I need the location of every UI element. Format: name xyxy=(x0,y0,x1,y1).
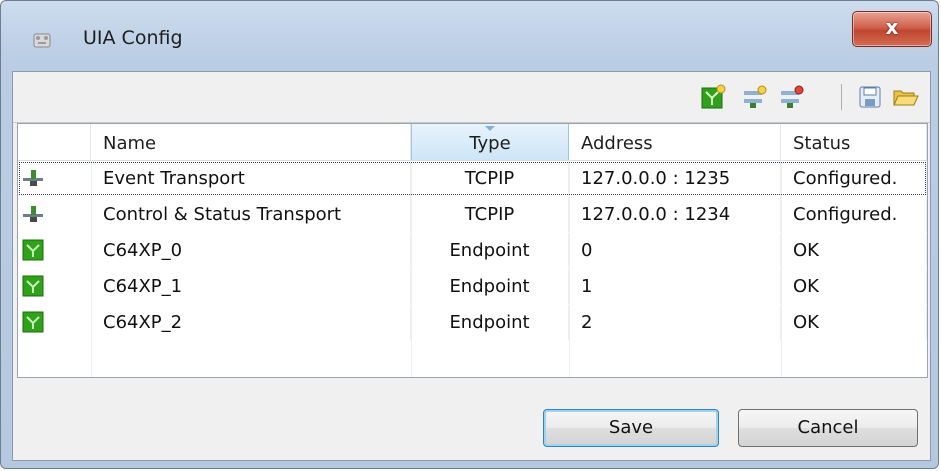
table-row[interactable]: C64XP_0 Endpoint 0 OK xyxy=(18,233,927,268)
cell-type: Endpoint xyxy=(411,233,569,268)
header-address[interactable]: Address xyxy=(569,124,781,160)
cell-type: TCPIP xyxy=(411,197,569,232)
table-row[interactable]: Event Transport TCPIP 127.0.0.0 : 1235 C… xyxy=(18,161,927,196)
window-title: UIA Config xyxy=(83,27,183,49)
cell-name: C64XP_1 xyxy=(91,269,411,304)
dialog-content: Name Type Address Status Event Transport… xyxy=(12,71,931,461)
table-row[interactable]: C64XP_1 Endpoint 1 OK xyxy=(18,269,927,304)
table-row[interactable]: C64XP_2 Endpoint 2 OK xyxy=(18,305,927,340)
header-type-label: Type xyxy=(469,133,511,154)
cell-address: 0 xyxy=(569,233,781,268)
cell-address: 127.0.0.0 : 1234 xyxy=(569,197,781,232)
toolbar-separator xyxy=(841,84,842,110)
transport-icon xyxy=(23,170,43,186)
cell-status: OK xyxy=(781,269,927,304)
endpoint-icon xyxy=(22,275,44,297)
cancel-button[interactable]: Cancel xyxy=(738,409,918,447)
title-bar[interactable]: UIA Config x xyxy=(1,1,940,81)
cell-type: TCPIP xyxy=(411,161,569,196)
cell-status: Configured. xyxy=(781,161,927,196)
close-button[interactable]: x xyxy=(852,11,932,47)
header-icon-column xyxy=(18,124,91,160)
header-status[interactable]: Status xyxy=(781,124,927,160)
header-name[interactable]: Name xyxy=(91,124,411,160)
cell-type: Endpoint xyxy=(411,305,569,340)
save-button[interactable]: Save xyxy=(543,409,719,447)
cell-name: Control & Status Transport xyxy=(91,197,411,232)
app-icon xyxy=(33,33,51,48)
toolbar xyxy=(13,72,930,123)
cell-name: C64XP_0 xyxy=(91,233,411,268)
transport-table: Name Type Address Status Event Transport… xyxy=(17,123,928,378)
close-icon: x xyxy=(885,15,899,39)
cell-name: C64XP_2 xyxy=(91,305,411,340)
endpoint-icon xyxy=(22,311,44,333)
add-transport-icon[interactable] xyxy=(740,83,768,111)
table-row[interactable]: Control & Status Transport TCPIP 127.0.0… xyxy=(18,197,927,232)
transport-icon xyxy=(23,206,43,222)
table-header: Name Type Address Status xyxy=(18,124,927,161)
cell-status: Configured. xyxy=(781,197,927,232)
cell-address: 127.0.0.0 : 1235 xyxy=(569,161,781,196)
header-type[interactable]: Type xyxy=(411,124,569,160)
cell-name: Event Transport xyxy=(91,161,411,196)
remove-transport-icon[interactable] xyxy=(777,83,805,111)
cell-status: OK xyxy=(781,305,927,340)
cell-type: Endpoint xyxy=(411,269,569,304)
add-endpoint-icon[interactable] xyxy=(699,83,727,111)
sort-arrow-icon xyxy=(485,126,495,131)
save-icon[interactable] xyxy=(856,83,884,111)
endpoint-icon xyxy=(22,239,44,261)
open-folder-icon[interactable] xyxy=(891,83,919,111)
cell-status: OK xyxy=(781,233,927,268)
cell-address: 2 xyxy=(569,305,781,340)
cell-address: 1 xyxy=(569,269,781,304)
uia-config-window: UIA Config x Name Type Address Status Ev… xyxy=(0,0,939,469)
